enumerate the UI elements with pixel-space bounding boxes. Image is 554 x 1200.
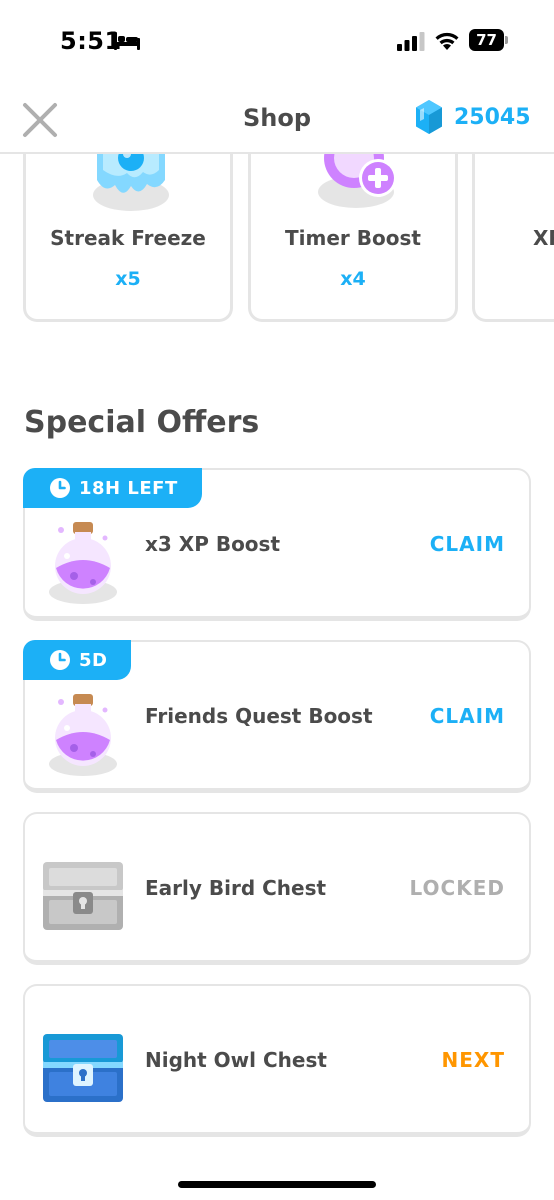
offer-name: Friends Quest Boost [145,704,373,728]
time-left-text: 18H LEFT [79,477,178,499]
potion-icon [49,522,117,604]
battery-level: 77 [476,31,497,49]
powerups-carousel[interactable]: Streak Freeze x5 Timer Boost x4 XP [0,140,554,324]
potion-icon [49,694,117,776]
offer-name: Early Bird Chest [145,876,327,900]
locked-label: LOCKED [409,876,505,900]
offer-card-friends-quest-boost[interactable]: 5D Friends Quest Boost CLAIM [23,640,531,793]
battery-indicator: 77 [469,29,509,51]
powerup-card-streak-freeze[interactable]: Streak Freeze x5 [23,140,233,322]
offer-name: x3 XP Boost [145,532,281,556]
gem-icon [416,100,442,134]
powerup-name: Streak Freeze [50,226,206,250]
gray-chest-icon [43,862,123,930]
clock-icon [50,478,70,498]
time-left-badge: 18H LEFT [23,468,202,508]
next-label: NEXT [441,1048,505,1072]
offer-name: Night Owl Chest [145,1048,327,1072]
powerup-card-timer-boost[interactable]: Timer Boost x4 [248,140,458,322]
gem-count: 25045 [454,104,531,130]
home-indicator [178,1181,376,1188]
offer-card-night-owl-chest[interactable]: Night Owl Chest NEXT [23,984,531,1137]
signal-icon [397,32,425,51]
special-offers-heading: Special Offers [24,405,260,440]
powerup-card-xp[interactable]: XP [472,140,554,322]
powerup-name: XP [533,226,554,250]
wifi-icon [435,32,459,50]
status-time: 5:51 [60,27,122,55]
claim-button[interactable]: CLAIM [430,532,505,556]
time-left-text: 5D [79,649,108,671]
bed-icon [114,32,140,50]
claim-button[interactable]: CLAIM [430,704,505,728]
time-left-badge: 5D [23,640,132,680]
powerup-quantity: x5 [115,268,141,290]
blue-chest-icon [43,1034,123,1102]
offer-card-early-bird-chest[interactable]: Early Bird Chest LOCKED [23,812,531,965]
clock-icon [50,650,70,670]
offer-card-x3-xp-boost[interactable]: 18H LEFT x3 XP Boost CLAIM [23,468,531,621]
powerup-quantity: x4 [340,268,366,290]
header: Shop 25045 [0,84,554,154]
gem-counter[interactable]: 25045 [414,98,531,136]
status-bar: 5:51 77 [0,0,554,84]
powerup-name: Timer Boost [285,226,421,250]
